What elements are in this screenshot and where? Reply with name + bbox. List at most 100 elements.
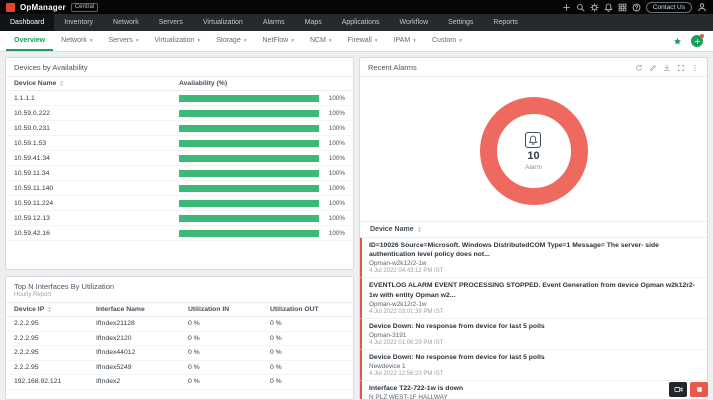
interface-name: IfIndex2120 [96,334,132,342]
availability-bar: 100% [179,214,345,222]
refresh-icon[interactable] [635,64,643,72]
device-name: 10.59.12.13 [14,214,50,222]
tab-overview[interactable]: Overview [6,31,53,51]
nav-item-alarms[interactable]: Alarms [253,14,295,31]
availability-value: 100% [328,199,345,207]
nav-item-reports[interactable]: Reports [483,14,528,31]
nav-item-virtualization[interactable]: Virtualization [193,14,253,31]
nav-item-inventory[interactable]: Inventory [54,14,103,31]
utilization-out: 0 % [270,334,282,342]
sort-icon[interactable] [46,306,53,313]
column-device-ip[interactable]: Device IP [14,306,44,313]
utilization-out: 0 % [270,378,282,386]
column-utilization-out[interactable]: Utilization OUT [270,306,345,313]
help-icon[interactable] [632,3,641,12]
device-row[interactable]: 10.59.42.16 100% [6,226,353,241]
availability-value: 100% [328,109,345,117]
interface-row[interactable]: 2.2.2.95 IfIndex21128 0 % 0 % [6,317,353,332]
sort-icon[interactable] [416,226,423,233]
nav-item-dashboard[interactable]: Dashboard [0,14,55,31]
interface-row[interactable]: 192.168.92.121 IfIndex2 0 % 0 % [6,375,353,390]
alarm-item[interactable]: Device Down: No response from device for… [360,349,707,382]
device-name: 10.59.1.53 [14,139,47,147]
interface-row[interactable]: 2.2.2.95 IfIndex5249 0 % 0 % [6,361,353,375]
nav-item-servers[interactable]: Servers [149,14,193,31]
camera-overlay-button[interactable] [669,382,687,397]
device-row[interactable]: 1.1.1.1 100% [6,91,353,106]
nav-item-settings[interactable]: Settings [438,14,483,31]
more-icon[interactable] [691,64,699,72]
device-row[interactable]: 10.59.0.222 100% [6,106,353,121]
column-interface-name[interactable]: Interface Name [96,306,188,313]
device-row[interactable]: 10.59.11.224 100% [6,196,353,211]
devices-by-availability-panel: Devices by Availability Device Name Avai… [5,57,354,270]
tab-ipam[interactable]: IPAM [386,31,424,51]
tab-custom[interactable]: Custom [424,31,470,51]
tab-servers[interactable]: Servers [101,31,147,51]
column-device-name[interactable]: Device Name [370,226,414,233]
interfaces-table-header: Device IP Interface Name Utilization IN … [6,303,353,317]
device-ip: 2.2.2.95 [14,320,39,328]
device-row[interactable]: 10.59.12.13 100% [6,211,353,226]
sort-icon[interactable] [58,80,65,87]
column-availability[interactable]: Availability (%) [179,80,345,87]
nav-item-network[interactable]: Network [103,14,149,31]
alarm-item[interactable]: Interface T22-722-1w is down N PLZ WEST-… [360,381,707,399]
bell-icon[interactable] [604,3,613,12]
favorite-icon[interactable] [673,37,682,46]
alarm-item[interactable]: EVENTLOG ALARM EVENT PROCESSING STOPPED.… [360,278,707,319]
record-stop-button[interactable] [690,382,708,397]
tab-network[interactable]: Network [53,31,100,51]
alarm-item[interactable]: ID=10026 Source=Microsoft. Windows Distr… [360,238,707,279]
availability-bar: 100% [179,139,345,147]
alarm-time: 4 Jul 2022 12:56:23 PM IST [369,371,444,378]
panel-actions [635,64,699,72]
export-icon[interactable] [663,64,671,72]
nav-item-applications[interactable]: Applications [332,14,390,31]
alarm-source: Newdevice 1 [369,363,406,371]
donut-ring[interactable]: 10 Alarm [479,97,588,205]
record-icon [695,385,704,394]
tab-firewall[interactable]: Firewall [340,31,386,51]
device-row[interactable]: 10.59.1.53 100% [6,136,353,151]
alarm-list: ID=10026 Source=Microsoft. Windows Distr… [360,238,707,399]
device-name: 10.59.41.34 [14,154,50,162]
availability-bar: 100% [179,229,345,237]
tab-ncm[interactable]: NCM [302,31,340,51]
availability-value: 100% [328,229,345,237]
search-icon[interactable] [576,3,585,12]
interface-row[interactable]: 2.2.2.95 IfIndex44012 0 % 0 % [6,346,353,361]
device-row[interactable]: 10.59.0.231 100% [6,121,353,136]
tab-netflow[interactable]: NetFlow [255,31,302,51]
column-device-name[interactable]: Device Name [14,80,56,87]
device-row[interactable]: 10.59.11.140 100% [6,181,353,196]
availability-value: 100% [328,184,345,192]
device-row[interactable]: 10.59.41.34 100% [6,151,353,166]
add-dashboard-button[interactable] [691,34,704,47]
interface-row[interactable]: 2.2.2.95 IfIndex2120 0 % 0 % [6,332,353,346]
utilization-in: 0 % [188,334,200,342]
alarm-message: ID=10026 Source=Microsoft. Windows Distr… [369,242,659,259]
contact-us-button[interactable]: Contact Us [645,1,692,13]
tabs-actions [673,34,707,47]
device-ip: 2.2.2.95 [14,334,39,342]
panel-subtitle: Hourly Report [6,291,353,303]
utilization-out: 0 % [270,320,282,328]
device-ip: 2.2.2.95 [14,349,39,357]
plus-icon[interactable] [562,3,571,12]
gear-icon[interactable] [590,2,599,12]
device-name: 10.59.11.34 [14,169,50,177]
tab-storage[interactable]: Storage [208,31,254,51]
alarm-item[interactable]: Device Down: No response from device for… [360,318,707,350]
nav-item-workflow[interactable]: Workflow [389,14,438,31]
column-utilization-in[interactable]: Utilization IN [188,306,270,313]
utilization-in: 0 % [188,349,200,357]
edit-icon[interactable] [649,64,657,72]
device-row[interactable]: 10.59.11.34 100% [6,166,353,181]
bell-icon [528,135,538,145]
nav-item-maps[interactable]: Maps [295,14,332,31]
user-icon[interactable] [697,2,707,12]
tab-virtualization[interactable]: Virtualization [146,31,208,51]
grid-icon[interactable] [618,3,627,12]
expand-icon[interactable] [677,64,685,72]
